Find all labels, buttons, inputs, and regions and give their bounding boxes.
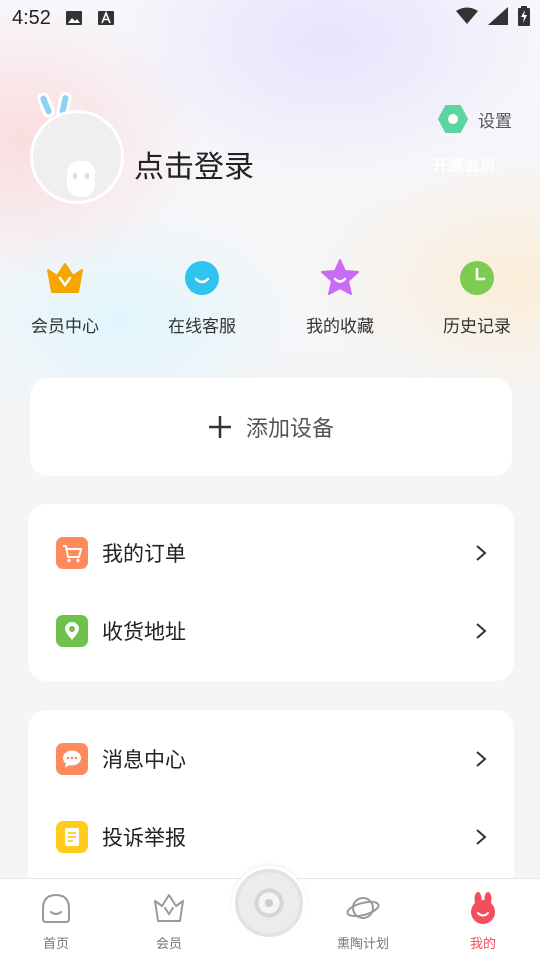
quick-action-vip-center[interactable]: 会员中心 — [15, 258, 115, 337]
menu-item-complaint-report[interactable]: 投诉举报 — [28, 798, 514, 876]
crown-outline-icon — [154, 894, 184, 922]
tab-label: 熏陶计划 — [336, 937, 389, 952]
avatar-circle — [30, 110, 124, 204]
eye — [85, 173, 89, 179]
quick-action-label: 在线客服 — [168, 317, 236, 337]
chevron-right-icon — [476, 545, 487, 561]
menu-item-label: 我的订单 — [102, 542, 186, 566]
tab-plan[interactable]: 熏陶计划 — [313, 891, 413, 952]
chevron-right-icon — [476, 829, 487, 845]
gear-icon — [438, 105, 468, 133]
message-icon — [56, 743, 88, 775]
document-icon — [56, 821, 88, 853]
menu-item-label: 收货地址 — [102, 620, 186, 644]
settings-label: 设置 — [478, 111, 512, 132]
menu-group-support: 消息中心 投诉举报 — [28, 710, 514, 890]
status-bar: 4:52 — [0, 0, 540, 36]
menu-item-label: 消息中心 — [102, 748, 186, 772]
quick-action-label: 会员中心 — [31, 317, 99, 337]
home-icon — [42, 893, 70, 923]
signal-icon — [488, 7, 508, 25]
rabbit-icon — [471, 892, 495, 924]
plus-icon — [208, 416, 231, 438]
tab-vip[interactable]: 会员 — [119, 891, 219, 952]
menu-item-label: 投诉举报 — [102, 826, 186, 850]
chevron-right-icon — [476, 751, 487, 767]
clock-icon — [460, 261, 494, 295]
add-device-button[interactable]: 添加设备 — [30, 378, 512, 476]
status-time: 4:52 — [12, 6, 51, 29]
quick-action-label: 我的收藏 — [306, 317, 374, 337]
rabbit-face-icon — [67, 161, 95, 197]
quick-action-history[interactable]: 历史记录 — [427, 258, 527, 337]
font-a-icon — [97, 10, 114, 25]
quick-action-label: 历史记录 — [443, 317, 511, 337]
avatar[interactable] — [28, 90, 128, 208]
wifi-icon — [456, 7, 478, 24]
eye — [73, 173, 77, 179]
tab-label: 会员 — [155, 937, 182, 952]
menu-item-message-center[interactable]: 消息中心 — [28, 720, 514, 798]
tab-mine[interactable]: 我的 — [433, 891, 533, 952]
cart-icon — [56, 537, 88, 569]
header-background — [0, 0, 540, 420]
login-link[interactable]: 点击登录 — [134, 142, 254, 186]
star-icon — [321, 259, 359, 295]
location-pin-icon — [56, 615, 88, 647]
add-device-label: 添加设备 — [245, 417, 334, 442]
quick-actions: 会员中心 在线客服 我的收藏 历史记录 — [0, 258, 540, 338]
tab-home[interactable]: 首页 — [6, 891, 106, 952]
disc-center — [265, 899, 273, 907]
chevron-right-icon — [476, 623, 487, 639]
menu-item-shipping-address[interactable]: 收货地址 — [28, 592, 514, 670]
image-icon — [65, 11, 82, 25]
settings-button[interactable]: 设置 — [438, 104, 512, 134]
quick-action-customer-service[interactable]: 在线客服 — [152, 258, 252, 337]
menu-item-my-orders[interactable]: 我的订单 — [28, 514, 514, 592]
center-play-disc-button[interactable] — [232, 866, 306, 940]
crown-icon — [47, 263, 83, 293]
battery-icon — [518, 6, 530, 26]
planet-icon — [346, 897, 380, 919]
tab-label: 我的 — [469, 937, 496, 952]
open-vip-link[interactable]: 开通会员 — [432, 152, 496, 176]
tab-label: 首页 — [42, 937, 69, 952]
menu-group-orders: 我的订单 收货地址 — [28, 504, 514, 681]
quick-action-favorites[interactable]: 我的收藏 — [290, 258, 390, 337]
chat-bubble-icon — [185, 261, 219, 295]
